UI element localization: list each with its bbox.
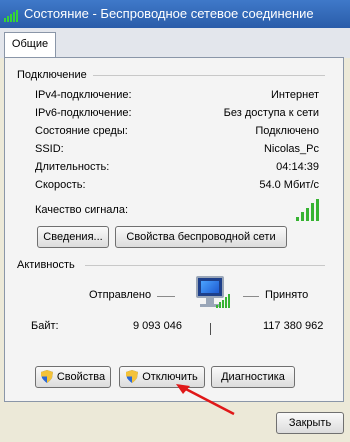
speed-value: 54.0 Мбит/с <box>259 179 319 191</box>
ipv6-label: IPv6-подключение: <box>35 107 132 119</box>
signal-bar <box>316 199 319 221</box>
wireless-properties-button[interactable]: Свойства беспроводной сети <box>115 226 287 248</box>
signal-bar <box>301 212 304 221</box>
signal-bar <box>216 305 218 308</box>
wireless-signal-icon <box>4 8 20 22</box>
ipv4-value: Интернет <box>271 89 319 101</box>
connection-group-divider <box>93 75 325 76</box>
uac-shield-icon <box>40 369 53 383</box>
tab-general[interactable]: Общие <box>4 32 56 58</box>
signal-bar <box>311 203 314 221</box>
signal-quality-label: Качество сигнала: <box>35 204 129 216</box>
activity-group-title: Активность <box>17 259 79 271</box>
bytes-received-value: 117 380 962 <box>263 320 324 332</box>
signal-bar <box>296 217 299 221</box>
sent-label: Отправлено <box>89 289 152 301</box>
media-state-label: Состояние среды: <box>35 125 128 137</box>
signal-bar <box>228 294 230 308</box>
activity-group-divider <box>85 265 325 266</box>
bytes-label: Байт: <box>31 320 59 332</box>
properties-button[interactable]: Свойства <box>35 366 111 388</box>
signal-quality-icon <box>296 199 322 221</box>
details-button[interactable]: Сведения... <box>37 226 109 248</box>
tab-strip: Общие <box>0 28 350 58</box>
title-bar[interactable]: Состояние - Беспроводное сетевое соедине… <box>0 0 350 28</box>
status-dialog: Состояние - Беспроводное сетевое соедине… <box>0 0 350 442</box>
signal-bar <box>225 297 227 308</box>
duration-label: Длительность: <box>35 161 110 173</box>
ssid-value: Nicolas_Pc <box>263 143 319 155</box>
connection-group-title: Подключение <box>17 69 91 81</box>
received-connector <box>243 296 259 297</box>
bytes-divider <box>210 323 211 335</box>
signal-bar <box>219 302 221 308</box>
ssid-label: SSID: <box>35 143 64 155</box>
media-state-value: Подключено <box>255 125 319 137</box>
tab-panel-general: Подключение IPv4-подключение: Интернет I… <box>4 57 344 402</box>
close-button[interactable]: Закрыть <box>276 412 344 434</box>
red-annotation-arrow <box>176 384 235 416</box>
ipv6-value: Без доступа к сети <box>223 107 319 119</box>
network-computer-icon <box>188 276 232 320</box>
sent-connector <box>157 296 175 297</box>
window-title: Состояние - Беспроводное сетевое соедине… <box>24 6 314 21</box>
signal-bar <box>222 300 224 308</box>
ipv4-label: IPv4-подключение: <box>35 89 132 101</box>
duration-value: 04:14:39 <box>276 161 319 173</box>
received-label: Принято <box>265 289 309 301</box>
uac-shield-icon <box>126 369 139 383</box>
bytes-sent-value: 9 093 046 <box>133 320 182 332</box>
speed-label: Скорость: <box>35 179 86 191</box>
signal-bar <box>306 208 309 221</box>
properties-button-label: Свойства <box>56 371 106 383</box>
